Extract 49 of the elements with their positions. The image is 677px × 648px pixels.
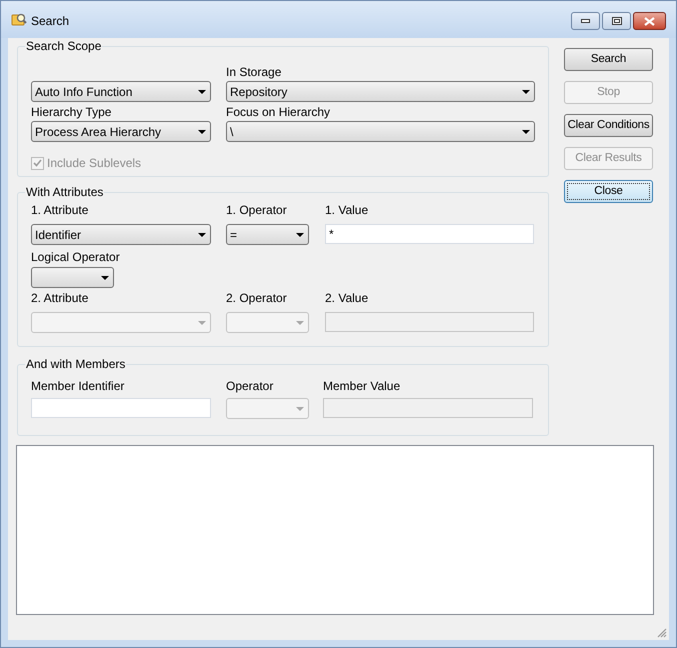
dialog-button[interactable]: Clear Conditions (564, 114, 653, 137)
dropdown-arrow-icon (101, 276, 109, 280)
field-label: Member Value (323, 378, 402, 394)
folder-search-icon (11, 11, 27, 27)
maximize-button[interactable] (602, 12, 631, 30)
dropdown-arrow-icon (198, 90, 206, 94)
field-label: Logical Operator (31, 249, 121, 265)
minimize-icon (581, 19, 590, 23)
checkbox-label: Include Sublevels (47, 155, 142, 172)
dropdown[interactable]: Auto Info Function (31, 81, 211, 102)
field-label: Member Identifier (31, 378, 126, 394)
dropdown-arrow-icon (296, 232, 304, 236)
resize-grip-icon[interactable] (655, 626, 667, 638)
restore-icon (612, 17, 622, 25)
group-title: With Attributes (25, 185, 104, 199)
dropdown-arrow-icon (198, 232, 206, 236)
field-label: 1. Value (325, 202, 370, 218)
close-window-button[interactable] (633, 12, 666, 30)
dropdown[interactable]: Process Area Hierarchy (31, 121, 211, 142)
dialog-button[interactable]: Close (564, 180, 653, 203)
field-label: 2. Attribute (31, 290, 90, 306)
field-label: 2. Operator (226, 290, 288, 306)
dropdown-arrow-icon (296, 406, 304, 410)
dropdown-arrow-icon (522, 90, 530, 94)
dropdown[interactable] (31, 267, 114, 288)
input-field[interactable] (31, 398, 211, 418)
field-label: 1. Attribute (31, 202, 90, 218)
dropdown[interactable]: Identifier (31, 224, 211, 245)
dropdown-arrow-icon (198, 130, 206, 134)
window-title: Search (31, 13, 70, 30)
field-label: 1. Operator (226, 202, 288, 218)
results-list[interactable] (16, 445, 654, 615)
minimize-button[interactable] (571, 12, 600, 30)
dropdown-arrow-icon (296, 320, 304, 324)
dropdown[interactable]: \ (226, 121, 535, 142)
field-label: Hierarchy Type (31, 104, 112, 120)
dropdown[interactable]: Repository (226, 81, 535, 102)
dropdown-arrow-icon (522, 130, 530, 134)
field-label: Focus on Hierarchy (226, 104, 332, 120)
dropdown-arrow-icon (198, 320, 206, 324)
field-label: In Storage (226, 64, 282, 80)
group-title: And with Members (25, 357, 126, 371)
dropdown[interactable]: = (226, 224, 309, 245)
dialog-button[interactable]: Search (564, 48, 653, 71)
input-field[interactable]: * (325, 224, 534, 244)
field-label: Operator (226, 378, 274, 394)
group-title: Search Scope (25, 39, 102, 53)
close-icon (644, 16, 655, 26)
field-label: 2. Value (325, 290, 370, 306)
